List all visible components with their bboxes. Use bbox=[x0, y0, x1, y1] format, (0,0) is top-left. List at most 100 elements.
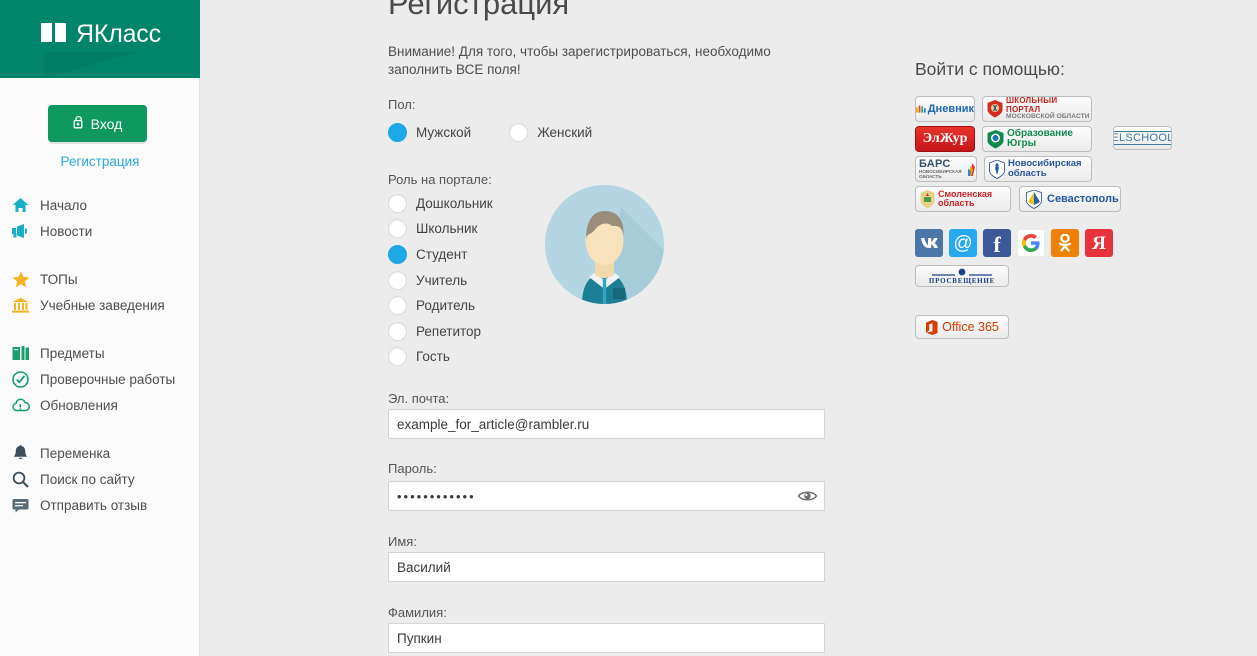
sidebar-item-label: Предметы bbox=[40, 345, 105, 361]
login-button[interactable]: Вход bbox=[48, 105, 147, 142]
provider-label: ШКОЛЬНЫЙ ПОРТАЛ bbox=[1006, 96, 1058, 114]
login-button-label: Вход bbox=[90, 115, 123, 132]
last-name-value: Пупкин bbox=[397, 630, 442, 646]
novosibirsk-coat-icon bbox=[989, 159, 1005, 179]
sidebar-item-predmety[interactable]: Предметы bbox=[0, 340, 200, 366]
role-option-doshkolnik[interactable]: Дошкольник bbox=[388, 194, 493, 213]
radio-shkolnik[interactable] bbox=[388, 219, 407, 238]
yandex-icon: Я bbox=[1092, 232, 1106, 254]
password-label: Пароль: bbox=[388, 461, 437, 476]
social-odnoklassniki-button[interactable] bbox=[1051, 229, 1079, 257]
provider-prosveshchenie[interactable]: ПРОСВЕЩЕНИЕ bbox=[915, 265, 1009, 287]
sidebar-item-label: Проверочные работы bbox=[40, 371, 176, 387]
role-option-label: Гость bbox=[416, 349, 450, 364]
last-name-field[interactable]: Пупкин bbox=[388, 623, 825, 653]
role-label: Роль на портале: bbox=[388, 172, 492, 187]
radio-male[interactable] bbox=[388, 123, 407, 142]
password-field[interactable]: •••••••••••• bbox=[388, 481, 825, 511]
role-option-repetitor[interactable]: Репетитор bbox=[388, 322, 481, 341]
cloud-refresh-icon bbox=[11, 396, 30, 415]
nav-group-main: Начало Новости bbox=[0, 192, 200, 244]
student-avatar bbox=[545, 185, 664, 304]
radio-gost[interactable] bbox=[388, 347, 407, 366]
first-name-field[interactable]: Василий bbox=[388, 552, 825, 582]
feedback-icon bbox=[11, 496, 30, 515]
star-icon bbox=[11, 270, 30, 289]
role-option-label: Дошкольник bbox=[416, 196, 493, 211]
social-mailru-button[interactable]: @ bbox=[949, 229, 977, 257]
radio-female[interactable] bbox=[509, 123, 529, 142]
sidebar-item-poisk-po-saytu[interactable]: Поиск по сайту bbox=[0, 466, 200, 492]
sidebar-item-label: Обновления bbox=[40, 397, 118, 413]
search-icon bbox=[11, 470, 30, 489]
sidebar-item-nachalo[interactable]: Начало bbox=[0, 192, 200, 218]
provider-novosibirskaya-oblast[interactable]: Новосибирская область bbox=[984, 156, 1092, 182]
radio-student[interactable] bbox=[388, 245, 407, 264]
role-option-label: Школьник bbox=[416, 221, 478, 236]
gender-option-label: Женский bbox=[537, 125, 593, 140]
provider-bars[interactable]: БАРС НОВОСИБИРСКАЯ ОБЛАСТЬ bbox=[915, 156, 977, 182]
provider-elzhur[interactable]: ЭлЖур bbox=[915, 126, 975, 152]
smolensk-coat-icon bbox=[920, 189, 935, 208]
role-option-uchitel[interactable]: Учитель bbox=[388, 271, 467, 290]
role-option-label: Репетитор bbox=[416, 324, 482, 339]
role-option-roditel[interactable]: Родитель bbox=[388, 296, 475, 315]
radio-uchitel[interactable] bbox=[388, 271, 407, 290]
provider-sevastopol[interactable]: Севастополь bbox=[1019, 186, 1121, 212]
sidebar-item-label: Учебные заведения bbox=[40, 297, 165, 313]
provider-shkolny-portal[interactable]: ШКОЛЬНЫЙ ПОРТАЛ МОСКОВСКОЙ ОБЛАСТИ bbox=[982, 96, 1092, 122]
provider-sublabel: область bbox=[938, 198, 975, 208]
provider-sublabel: НОВОСИБИРСКАЯ ОБЛАСТЬ bbox=[919, 168, 962, 179]
sidebar-item-proverochnye-raboty[interactable]: Проверочные работы bbox=[0, 366, 200, 392]
register-link[interactable]: Регистрация bbox=[0, 154, 200, 169]
provider-dnevnik[interactable]: Дневник bbox=[915, 96, 975, 122]
social-login-panel: Войти с помощью: Дневник ШКОЛЬНЫЙ ПОРТАЛ… bbox=[915, 0, 1257, 656]
sidebar-item-obnovleniya[interactable]: Обновления bbox=[0, 392, 200, 418]
role-option-gost[interactable]: Гость bbox=[388, 347, 450, 366]
social-facebook-button[interactable]: f bbox=[983, 229, 1011, 257]
radio-roditel[interactable] bbox=[388, 296, 407, 315]
provider-obrazovanie-ugry[interactable]: Образование Югры bbox=[982, 126, 1092, 152]
gender-option-female[interactable]: Женский bbox=[509, 123, 592, 142]
bank-icon bbox=[11, 296, 30, 315]
nav-group-misc: Переменка Поиск по сайту Отправить отзыв bbox=[0, 440, 200, 518]
provider-elschool[interactable]: ELSCHOOL bbox=[1113, 126, 1172, 150]
email-field[interactable]: example_for_article@rambler.ru bbox=[388, 409, 825, 439]
lock-icon bbox=[73, 115, 84, 132]
social-google-button[interactable] bbox=[1017, 229, 1045, 257]
social-yandex-button[interactable]: Я bbox=[1085, 229, 1113, 257]
eye-icon[interactable] bbox=[797, 489, 818, 503]
provider-office365[interactable]: Office 365 bbox=[915, 315, 1009, 339]
social-login-title: Войти с помощью: bbox=[915, 59, 1065, 79]
odnoklassniki-icon bbox=[1058, 234, 1072, 252]
provider-label: Office 365 bbox=[942, 320, 999, 334]
provider-smolenskaya-oblast[interactable]: Смоленская область bbox=[915, 186, 1011, 212]
provider-sublabel: Югры bbox=[1007, 138, 1037, 149]
sidebar-item-topy[interactable]: ТОПы bbox=[0, 266, 200, 292]
radio-repetitor[interactable] bbox=[388, 322, 407, 341]
brand-logo[interactable]: ЯКласс bbox=[0, 0, 200, 78]
google-icon bbox=[1022, 234, 1040, 252]
nav-group-study: Предметы Проверочные работы Обновления bbox=[0, 340, 200, 418]
gender-option-male[interactable]: Мужской bbox=[388, 123, 471, 142]
sidebar-item-label: ТОПы bbox=[40, 271, 78, 287]
role-option-shkolnik[interactable]: Школьник bbox=[388, 219, 477, 238]
home-icon bbox=[11, 196, 30, 215]
sidebar-item-peremenka[interactable]: Переменка bbox=[0, 440, 200, 466]
at-icon: @ bbox=[953, 232, 973, 254]
bars-flame-icon bbox=[968, 162, 976, 176]
first-name-label: Имя: bbox=[388, 534, 417, 549]
sidebar-item-uchebnye-zavedeniya[interactable]: Учебные заведения bbox=[0, 292, 200, 318]
social-vk-button[interactable] bbox=[915, 229, 943, 257]
radio-doshkolnik[interactable] bbox=[388, 194, 407, 213]
sidebar-item-label: Переменка bbox=[40, 445, 111, 461]
sidebar-item-novosti[interactable]: Новости bbox=[0, 218, 200, 244]
sevastopol-coat-icon bbox=[1026, 189, 1042, 209]
gender-option-label: Мужской bbox=[416, 125, 472, 140]
first-name-value: Василий bbox=[397, 559, 451, 575]
dnevnik-icon bbox=[916, 105, 926, 113]
page-title: Регистрация bbox=[388, 0, 570, 21]
role-option-student[interactable]: Студент bbox=[388, 245, 467, 264]
sidebar-item-label: Новости bbox=[40, 223, 93, 239]
sidebar-item-otpravit-otzyv[interactable]: Отправить отзыв bbox=[0, 492, 200, 518]
